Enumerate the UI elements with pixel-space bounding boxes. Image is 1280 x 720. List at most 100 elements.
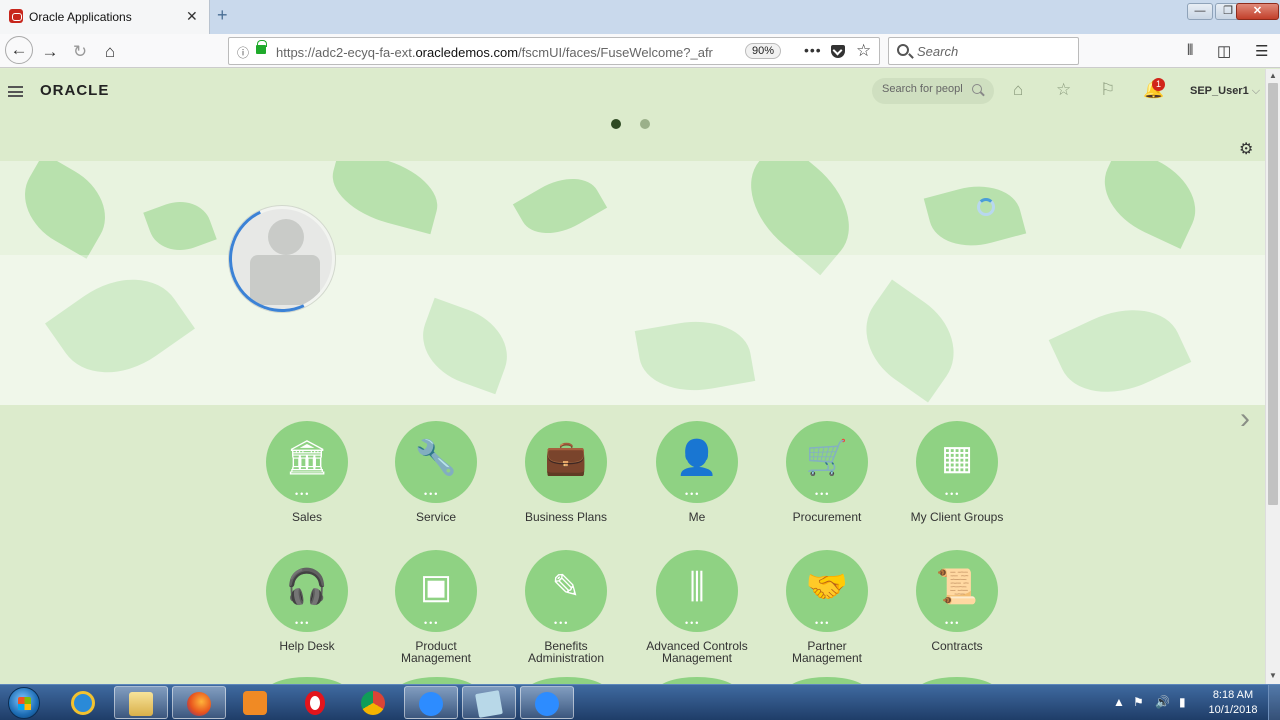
close-window-button[interactable]: ✕ [1236,3,1279,20]
start-button[interactable] [8,687,40,719]
network-icon[interactable]: ▮ [1179,695,1186,709]
banner-overlay [0,255,1265,405]
pocket-icon[interactable] [831,45,845,58]
search-icon[interactable] [972,84,982,94]
gear-icon[interactable]: ⚙ [1239,139,1253,159]
tile-circle[interactable]: 📜 ••• [916,550,998,632]
browser-titlebar: Oracle Applications ✕ + — ❐ ✕ [0,0,1280,34]
tile-my-client-groups[interactable]: ▦ ••• My Client Groups [887,421,1027,523]
show-desktop-button[interactable] [1268,685,1280,720]
chevron-right-icon[interactable]: › [1240,402,1250,436]
people-search[interactable] [872,78,994,104]
people-search-input[interactable] [882,83,962,95]
taskbar-opera[interactable] [289,686,343,719]
back-button[interactable]: ← [5,36,33,64]
taskbar-firefox[interactable] [172,686,226,719]
zoom-icon [419,692,443,716]
tile-service[interactable]: 🔧 ••• Service [366,421,506,523]
taskbar-media-player[interactable] [229,686,283,719]
user-name: SEP_User1 [1190,85,1249,97]
tile-circle[interactable]: 🔧 ••• [395,421,477,503]
search-input[interactable] [917,42,1067,60]
tile-circle[interactable]: 🎧 ••• [266,550,348,632]
tile-partial[interactable] [786,677,868,684]
tile-me[interactable]: 👤 ••• Me [627,421,767,523]
tile-label: Business Plans [524,510,608,524]
home-icon[interactable]: ⌂ [1013,80,1023,100]
tile-procurement[interactable]: 🛒 ••• Procurement [757,421,897,523]
tile-partial[interactable] [916,677,998,684]
tile-contracts[interactable]: 📜 ••• Contracts [887,550,1027,652]
tile-circle[interactable]: ▣ ••• [395,550,477,632]
forward-button[interactable]: → [37,39,63,65]
tile-circle[interactable]: ⫼ ••• [656,550,738,632]
zoom-meeting-icon [535,692,559,716]
tile-label: Service [415,510,456,524]
tile-label: Partner Management [791,639,863,665]
more-dots-icon: ••• [815,489,831,499]
url-text[interactable]: https://adc2-ecyq-fa-ext.oracledemos.com… [276,45,716,60]
tile-circle[interactable]: 💼 [525,421,607,503]
taskbar-zoom[interactable] [404,686,458,719]
carousel-dot-2[interactable] [640,119,650,129]
bookmark-star-icon[interactable]: ☆ [856,41,871,61]
tile-circle[interactable]: 🛒 ••• [786,421,868,503]
zoom-level[interactable]: 90% [745,43,782,59]
leaf-decoration [1089,161,1211,249]
browser-tab[interactable]: Oracle Applications ✕ [0,0,210,34]
search-bar[interactable] [888,37,1079,65]
tile-sales[interactable]: 🏛 ••• Sales [237,421,377,523]
more-dots-icon: ••• [685,618,701,628]
oracle-favicon-icon [9,9,23,23]
carousel-dot-1[interactable] [611,119,621,129]
close-tab-icon[interactable]: ✕ [186,8,198,25]
hamburger-menu-icon[interactable] [8,86,23,97]
taskbar-notepad[interactable] [462,686,516,719]
page-actions-icon[interactable]: ••• [804,42,822,58]
scroll-up-icon[interactable]: ▲ [1269,71,1277,80]
tile-label: My Client Groups [910,510,1004,524]
chevron-down-icon: ⌵ [1251,85,1261,97]
taskbar-zoom-meeting[interactable] [520,686,574,719]
taskbar-chrome[interactable] [347,686,401,719]
site-info-icon[interactable]: ⓘ [237,44,249,61]
volume-icon[interactable]: 🔊 [1155,695,1170,709]
tile-benefits-administration[interactable]: ✎ ••• Benefits Administration [496,550,636,664]
tile-partial[interactable] [396,677,478,684]
tile-circle[interactable]: ▦ ••• [916,421,998,503]
tile-circle[interactable]: ✎ ••• [525,550,607,632]
tile-partial[interactable] [526,677,608,684]
sidebar-icon[interactable]: ◫ [1217,42,1231,60]
taskbar-internet-explorer[interactable] [57,686,111,719]
tile-circle[interactable]: 🏛 ••• [266,421,348,503]
tile-circle[interactable]: 🤝 ••• [786,550,868,632]
tile-partial[interactable] [656,677,738,684]
new-tab-button[interactable]: + [217,5,228,26]
home-button[interactable]: ⌂ [97,39,123,65]
menu-icon[interactable]: ☰ [1255,42,1268,60]
notepad-icon [475,690,503,718]
library-icon[interactable]: ⫴ [1187,42,1193,59]
taskbar-file-explorer[interactable] [114,686,168,719]
tile-circle[interactable]: 👤 ••• [656,421,738,503]
url-bar[interactable]: ⓘ https://adc2-ecyq-fa-ext.oracledemos.c… [228,37,880,65]
tile-help-desk[interactable]: 🎧 ••• Help Desk [237,550,377,652]
tile-business-plans[interactable]: 💼 Business Plans [496,421,636,523]
action-center-icon[interactable]: ⚑ [1133,695,1144,709]
clock-time[interactable]: 8:18 AM [1200,689,1266,701]
minimize-button[interactable]: — [1187,3,1213,20]
clock-date[interactable]: 10/1/2018 [1200,704,1266,716]
tile-advanced-controls-management[interactable]: ⫼ ••• Advanced Controls Management [627,550,767,664]
user-menu[interactable]: SEP_User1 ⌵ [1190,85,1260,98]
vertical-scrollbar[interactable]: ▲ ▼ [1265,69,1280,684]
benefits-icon: ✎ [551,568,581,606]
favorites-star-icon[interactable]: ☆ [1056,80,1071,100]
scroll-thumb[interactable] [1268,83,1278,505]
tile-product-management[interactable]: ▣ ••• Product Management [366,550,506,664]
show-hidden-icons[interactable]: ▲ [1113,695,1125,709]
watchlist-flag-icon[interactable]: ⚐ [1100,80,1115,100]
tile-partial[interactable] [266,677,348,684]
reload-button[interactable]: ↻ [67,39,93,65]
tile-partner-management[interactable]: 🤝 ••• Partner Management [757,550,897,664]
scroll-down-icon[interactable]: ▼ [1269,671,1277,680]
